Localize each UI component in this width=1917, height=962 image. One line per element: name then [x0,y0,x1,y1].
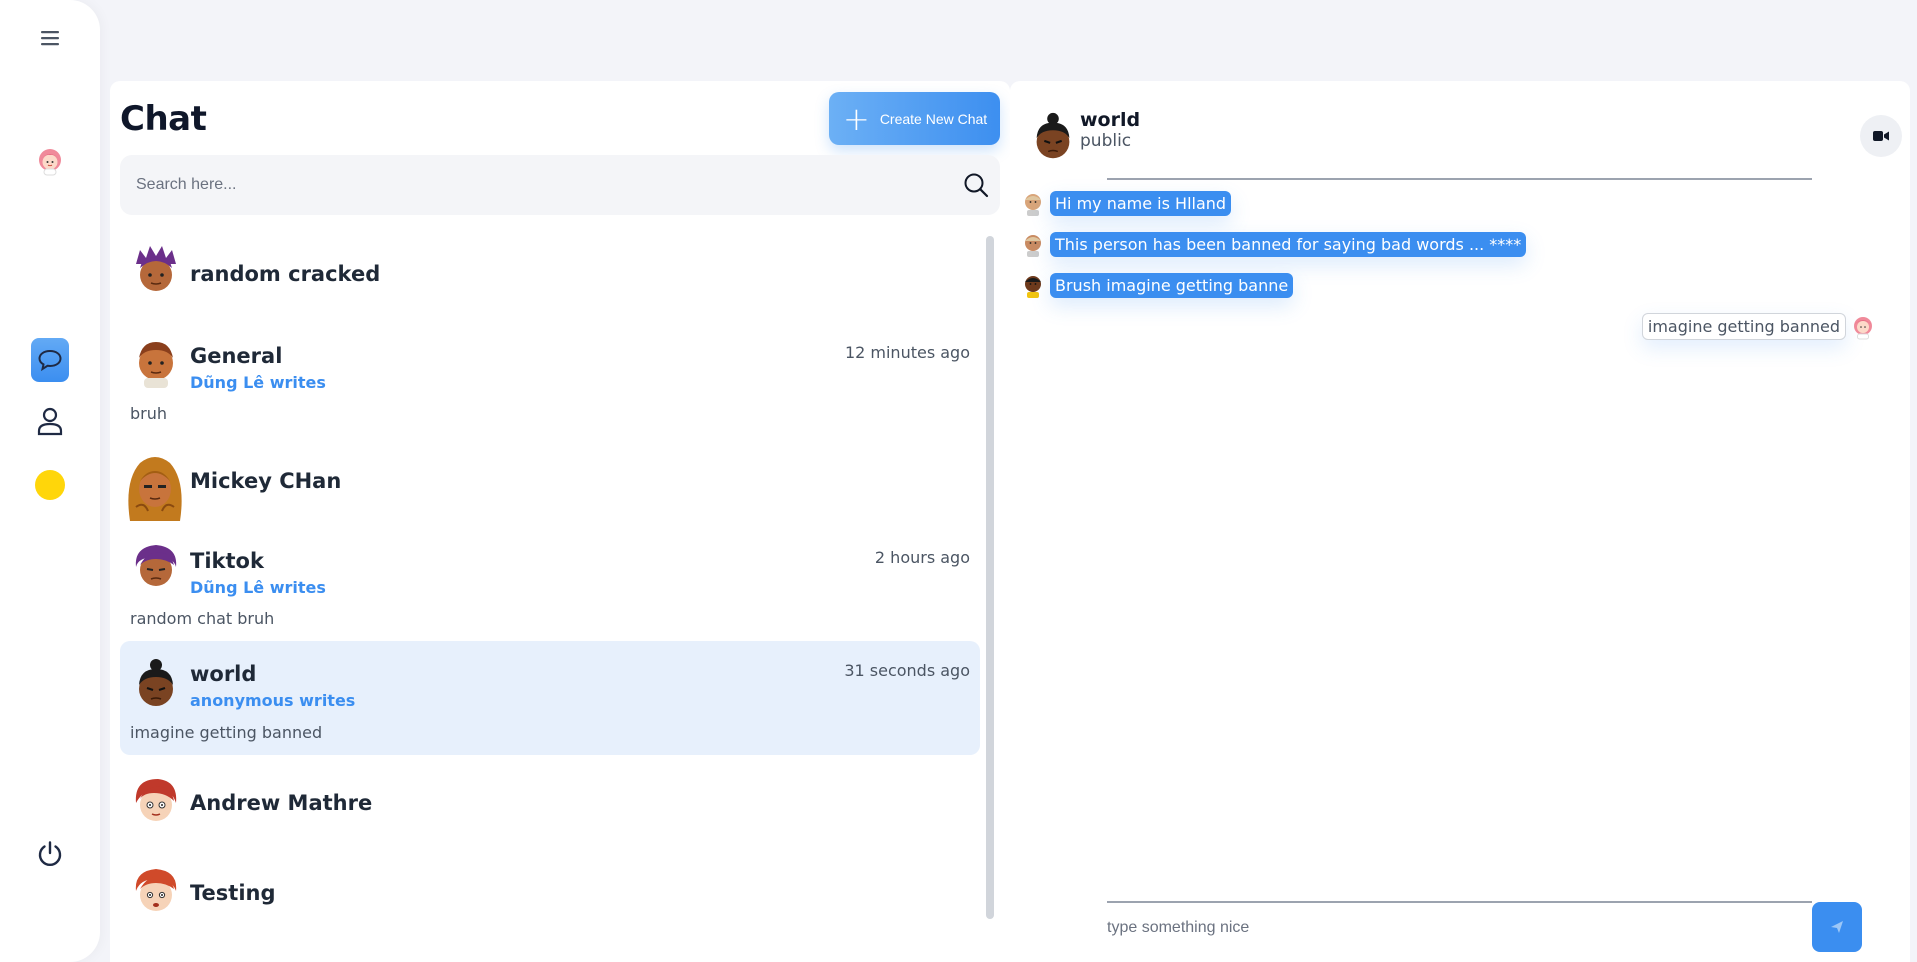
status-indicator[interactable] [35,470,65,500]
chat-preview: bruh [130,404,168,423]
chat-list-panel: Chat + Create New Chat random cracked Ge [110,81,1010,962]
hamburger-menu-icon[interactable] [38,28,62,48]
search-input[interactable] [136,176,962,194]
avatar [135,779,177,821]
power-icon[interactable] [34,838,66,870]
message-bubble: This person has been banned for saying b… [1050,231,1527,257]
message-input[interactable] [1107,910,1807,946]
chat-list-item-andrew-mathre[interactable]: Andrew Mathre [120,771,980,851]
message-bubble: imagine getting banned [1641,313,1846,340]
avatar [139,342,173,388]
chat-time: 12 minutes ago [844,343,970,362]
avatar [136,246,176,291]
page-title: Chat [120,99,207,139]
chat-writer: Dũng Lê writes [190,373,326,392]
divider [1107,178,1812,180]
avatar [135,545,177,586]
chat-time: 2 hours ago [874,548,970,567]
sidebar [0,0,100,962]
avatar [128,457,182,521]
avatar [1025,276,1041,298]
create-new-chat-label: Create New Chat [879,110,988,127]
video-call-button[interactable] [1860,115,1902,157]
conversation-panel: world public Hi my name is Hlland This p… [1010,81,1910,962]
avatar [1025,194,1041,216]
chat-name: Testing [190,881,276,905]
chat-name: Mickey CHan [190,469,342,493]
chat-writer: Dũng Lê writes [190,578,326,597]
avatar [135,869,177,911]
chat-writer: anonymous writes [190,691,356,710]
chat-preview: imagine getting banned [130,723,323,742]
chat-name: random cracked [190,262,381,286]
search-bar [120,155,1000,215]
scrollbar[interactable] [986,236,994,919]
chat-list-item-random-cracked[interactable]: random cracked [120,238,980,318]
chat-bubble-icon [38,349,62,372]
person-icon[interactable] [34,404,66,438]
chat-nav-button[interactable] [31,338,69,382]
video-camera-icon [1873,131,1889,141]
conversation-subtitle: public [1080,131,1132,151]
chat-name: General [190,344,283,368]
create-new-chat-button[interactable]: + Create New Chat [829,92,1000,145]
search-icon[interactable] [962,171,990,199]
message-item-outgoing: imagine getting banned [1641,313,1880,340]
chat-name: Andrew Mathre [190,791,373,815]
chat-list-item-world[interactable]: world anonymous writes 31 seconds ago im… [120,641,980,755]
conversation-avatar [1036,112,1070,159]
avatar [1025,235,1041,257]
plus-icon: + [843,99,870,138]
chat-list-item-tiktok[interactable]: Tiktok Dũng Lê writes 2 hours ago random… [120,531,980,635]
avatar [139,659,173,706]
conversation-title: world [1080,109,1141,131]
send-button[interactable] [1812,902,1862,952]
message-bubble: Hi my name is Hlland [1050,190,1232,216]
divider [1107,901,1812,903]
chat-list-item-testing[interactable]: Testing [120,861,980,941]
chat-preview: random chat bruh [130,609,275,628]
chat-list-item-general[interactable]: General Dũng Lê writes 12 minutes ago br… [120,326,980,430]
message-bubble: Brush imagine getting banne [1050,272,1294,298]
message-item: This person has been banned for saying b… [1020,231,1527,257]
chat-time: 31 seconds ago [844,661,970,680]
message-item: Brush imagine getting banne [1020,272,1294,298]
chat-name: world [190,662,257,686]
chat-list-item-mickey-chan[interactable]: Mickey CHan [120,451,980,521]
profile-avatar[interactable] [34,145,66,177]
avatar [1854,316,1872,339]
chat-name: Tiktok [190,549,264,573]
message-item: Hi my name is Hlland [1020,190,1232,216]
send-icon [1831,921,1843,933]
